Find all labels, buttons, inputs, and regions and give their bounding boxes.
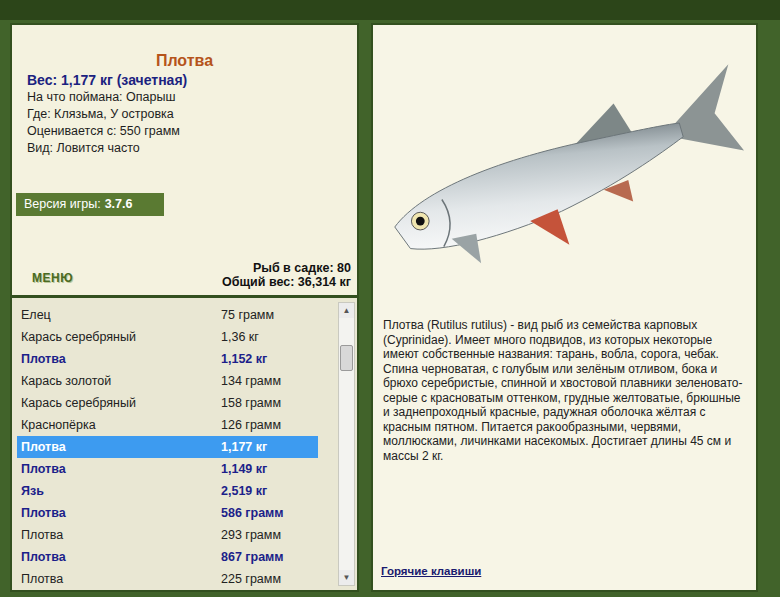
fish-detail: Вид: Ловится часто <box>12 140 357 157</box>
scroll-track[interactable] <box>339 318 354 570</box>
catch-row[interactable]: Плотва867 грамм <box>17 546 318 568</box>
catch-row[interactable]: Язь2,519 кг <box>17 480 318 502</box>
scrollbar[interactable]: ▲▼ <box>338 302 355 586</box>
catch-rows: Елец75 граммКарась серебряный1,36 кгПлот… <box>12 298 338 590</box>
version-value: 3.7.6 <box>105 195 133 214</box>
game-window: ПлотваВес: 1,177 кг (зачетная)На что пой… <box>0 0 780 590</box>
fish-image <box>373 25 756 310</box>
catch-name: Карась золотой <box>21 372 221 391</box>
fish-detail: На что поймана: Опарыш <box>12 89 357 106</box>
catch-weight: 225 грамм <box>221 570 318 589</box>
catch-weight: 2,519 кг <box>221 482 318 501</box>
left-column: ПлотваВес: 1,177 кг (зачетная)На что пой… <box>12 25 357 590</box>
scroll-thumb[interactable] <box>340 345 353 371</box>
fish-title: Плотва <box>12 51 357 71</box>
catch-name: Карась серебряный <box>21 394 221 413</box>
catch-weight: 586 грамм <box>221 504 318 523</box>
hotkeys-link[interactable]: Горячие клавиши <box>381 565 481 577</box>
catch-row[interactable]: Плотва1,177 кг <box>17 436 318 458</box>
version-bar: Версия игры:3.7.6 <box>16 193 164 216</box>
total-weight: Общий вес: 36,314 кг <box>222 275 351 289</box>
catch-weight: 1,177 кг <box>221 438 318 457</box>
catch-name: Плотва <box>21 350 221 369</box>
fish-weight: Вес: 1,177 кг (зачетная) <box>12 71 357 89</box>
catch-row[interactable]: Краснопёрка126 грамм <box>17 414 318 436</box>
catch-weight: 134 грамм <box>221 372 318 391</box>
catch-name: Плотва <box>21 504 221 523</box>
catch-row[interactable]: Карась серебряный1,36 кг <box>17 326 318 348</box>
catch-name: Плотва <box>21 460 221 479</box>
fish-icon <box>383 50 746 300</box>
catch-weight: 1,149 кг <box>221 460 318 479</box>
fish-description-panel: Плотва (Rutilus rutilus) - вид рыб из се… <box>373 25 756 590</box>
catch-list: Елец75 граммКарась серебряный1,36 кгПлот… <box>12 298 357 590</box>
fish-count: Рыб в садке: 80 <box>222 261 351 275</box>
catch-weight: 867 грамм <box>221 548 318 567</box>
footer: Горячие клавиши <box>373 558 756 590</box>
menu-button[interactable]: МЕНЮ <box>32 269 73 287</box>
catch-weight: 75 грамм <box>221 306 318 325</box>
catch-row[interactable]: Елец75 грамм <box>17 304 318 326</box>
catch-row[interactable]: Плотва586 грамм <box>17 502 318 524</box>
catch-name: Карась серебряный <box>21 328 221 347</box>
fish-detail: Где: Клязьма, У островка <box>12 106 357 123</box>
catch-weight: 1,36 кг <box>221 328 318 347</box>
catch-weight: 1,152 кг <box>221 350 318 369</box>
catch-row[interactable]: Карась золотой134 грамм <box>17 370 318 392</box>
catch-name: Плотва <box>21 438 221 457</box>
scroll-down-button[interactable]: ▼ <box>339 570 354 585</box>
info-footer: МЕНЮ Рыб в садке: 80Общий вес: 36,314 кг <box>12 261 357 295</box>
scroll-up-button[interactable]: ▲ <box>339 303 354 318</box>
fish-description: Плотва (Rutilus rutilus) - вид рыб из се… <box>373 310 756 463</box>
catch-row[interactable]: Карась серебряный158 грамм <box>17 392 318 414</box>
catch-name: Плотва <box>21 548 221 567</box>
catch-weight: 293 грамм <box>221 526 318 545</box>
catch-name: Плотва <box>21 570 221 589</box>
version-label: Версия игры: <box>24 195 101 214</box>
catch-row[interactable]: Плотва1,152 кг <box>17 348 318 370</box>
catch-name: Язь <box>21 482 221 501</box>
fish-detail: Оценивается с: 550 грамм <box>12 123 357 140</box>
catch-name: Плотва <box>21 526 221 545</box>
fish-info-panel: ПлотваВес: 1,177 кг (зачетная)На что пой… <box>12 25 357 295</box>
keepnet-stats: Рыб в садке: 80Общий вес: 36,314 кг <box>222 261 351 289</box>
catch-weight: 126 грамм <box>221 416 318 435</box>
catch-weight: 158 грамм <box>221 394 318 413</box>
catch-row[interactable]: Плотва1,149 кг <box>17 458 318 480</box>
catch-name: Краснопёрка <box>21 416 221 435</box>
catch-row[interactable]: Плотва225 грамм <box>17 568 318 590</box>
catch-name: Елец <box>21 306 221 325</box>
catch-row[interactable]: Плотва293 грамм <box>17 524 318 546</box>
